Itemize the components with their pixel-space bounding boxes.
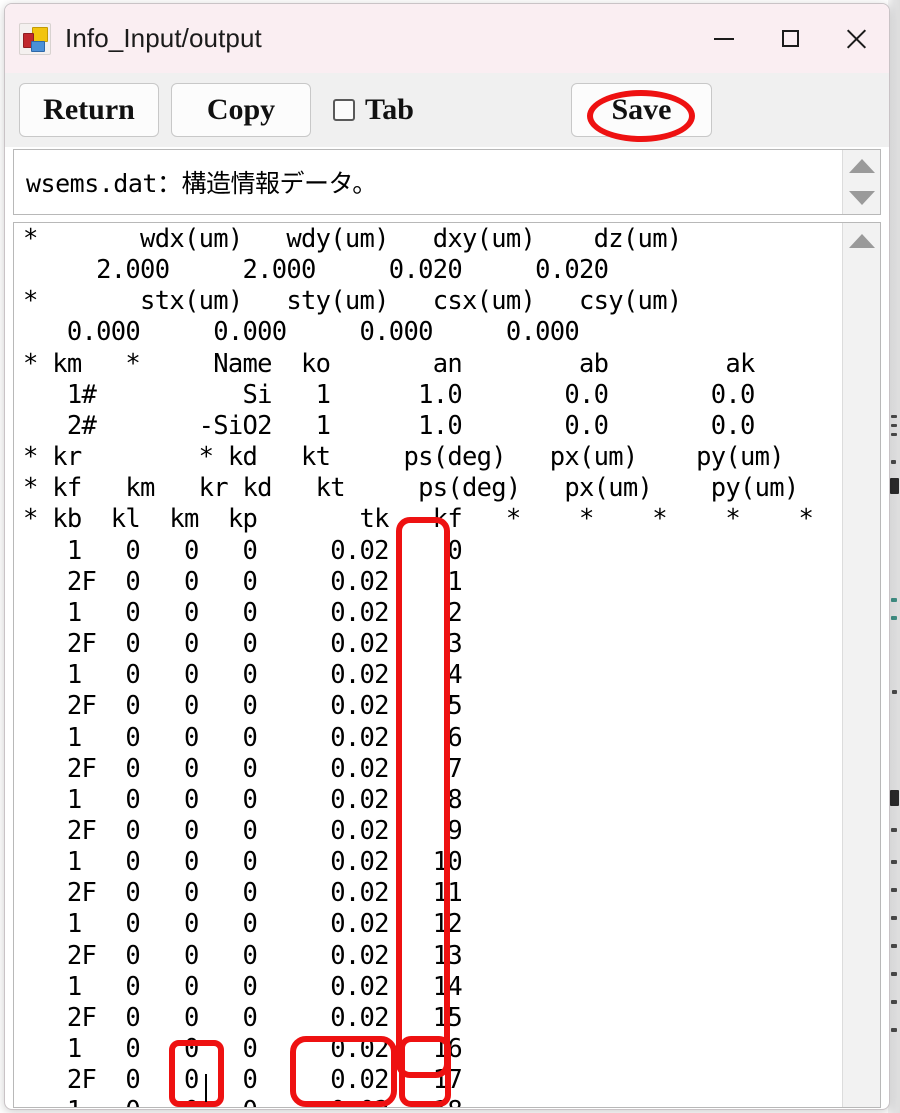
close-icon [845, 28, 867, 50]
page-title: Info_Input/output [65, 23, 262, 53]
background-fleck [891, 424, 897, 427]
close-button[interactable] [823, 4, 889, 73]
window-controls [691, 4, 889, 73]
background-fleck [891, 828, 897, 832]
copy-button[interactable]: Copy [171, 83, 311, 137]
scroll-up-icon[interactable] [848, 234, 875, 248]
main-textarea[interactable]: * wdx(um) wdy(um) dxy(um) dz(um) 2.000 2… [13, 222, 881, 1108]
tab-checkbox[interactable] [333, 99, 355, 121]
background-fleck [891, 1000, 897, 1004]
info-textbox-scrollbar[interactable] [842, 150, 880, 214]
app-window: Info_Input/output Return Copy Tab Save w [4, 3, 890, 1110]
text-caret [205, 1074, 207, 1102]
background-fleck [891, 860, 897, 864]
background-fleck [890, 790, 899, 806]
minimize-button[interactable] [691, 4, 757, 73]
info-textbox-value: wsems.dat：構造情報データ。 [26, 169, 377, 198]
scroll-down-icon[interactable] [848, 191, 875, 205]
background-fleck [891, 415, 897, 418]
background-fleck [891, 598, 897, 602]
icon-square-blue [31, 40, 45, 52]
main-textarea-content: * wdx(um) wdy(um) dxy(um) dz(um) 2.000 2… [23, 224, 880, 1107]
return-button[interactable]: Return [19, 83, 159, 137]
background-fleck [891, 972, 897, 976]
background-fleck [891, 888, 897, 892]
title-bar: Info_Input/output [5, 4, 889, 73]
tab-checkbox-label: Tab [365, 93, 414, 126]
minimize-icon [714, 37, 734, 40]
maximize-button[interactable] [757, 4, 823, 73]
background-fleck [891, 616, 897, 620]
main-textarea-scrollbar[interactable] [842, 223, 880, 1107]
background-fleck [891, 916, 897, 920]
tab-checkbox-group[interactable]: Tab [333, 93, 414, 127]
scroll-up-icon[interactable] [848, 159, 875, 173]
background-fleck [891, 944, 897, 948]
icon-square-yellow [32, 26, 48, 42]
toolbar: Return Copy Tab Save [5, 73, 889, 147]
background-fleck [892, 690, 897, 694]
save-button[interactable]: Save [571, 83, 712, 137]
maximize-icon [781, 30, 799, 47]
save-button-wrapper: Save [571, 83, 712, 142]
background-fleck [890, 478, 899, 494]
background-fleck [891, 1028, 897, 1032]
background-fleck [891, 460, 896, 464]
app-forms-icon [19, 22, 51, 55]
background-fleck [891, 433, 897, 436]
info-textbox[interactable]: wsems.dat：構造情報データ。 [13, 149, 881, 215]
